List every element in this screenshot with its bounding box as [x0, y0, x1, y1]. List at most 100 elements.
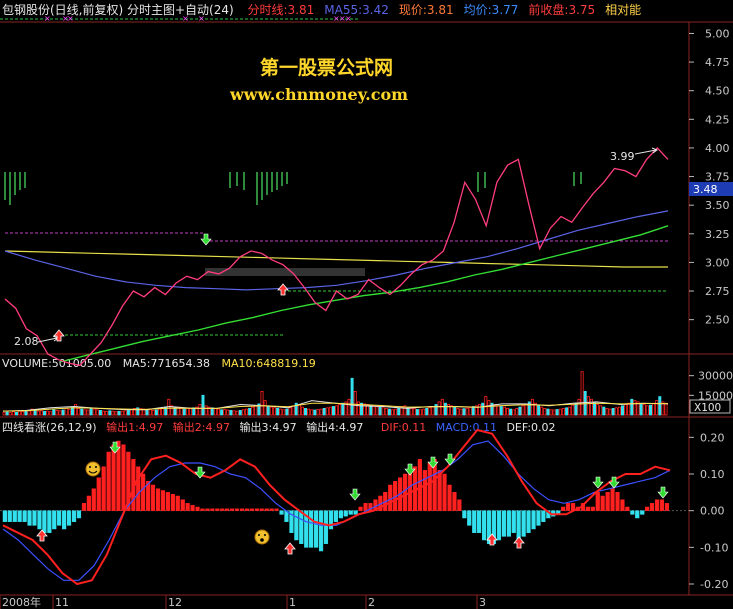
volume-bar — [369, 404, 373, 416]
macd-histogram-bar — [170, 493, 175, 511]
volume-bar — [649, 404, 653, 416]
volume-bar — [154, 409, 158, 416]
macd-histogram-bar — [116, 440, 121, 511]
macd-histogram-bar — [76, 510, 82, 519]
date-axis-label: 11 — [55, 596, 69, 609]
macd-histogram-bar — [57, 510, 62, 526]
macd-histogram-bar — [210, 508, 215, 511]
macd-histogram-bar — [190, 504, 195, 511]
volume-bar — [425, 407, 429, 416]
macd-histogram-bar — [590, 506, 595, 511]
volume-y-tick-label: 30000 — [698, 370, 733, 383]
volume-bar — [574, 402, 578, 416]
macd-histogram-bar — [71, 510, 77, 522]
macd-histogram-bar — [215, 508, 220, 511]
macd-histogram-bar — [664, 503, 670, 511]
volume-ma10: MA10:648819.19 — [221, 357, 315, 370]
macd-histogram-bar — [610, 488, 615, 511]
macd-histogram-bar — [467, 510, 472, 526]
date-axis-label: 3 — [479, 596, 486, 609]
macd-histogram-bar — [32, 510, 37, 526]
macd-title: 四线看涨(26,12,9) — [2, 420, 97, 434]
macd-y-tick-label: 0.00 — [700, 505, 725, 518]
volume-bar — [266, 405, 270, 416]
macd-histogram-bar — [111, 444, 116, 511]
macd-histogram-bar — [175, 495, 180, 511]
macd-histogram-bar — [180, 499, 185, 511]
macd-histogram-bar — [249, 508, 254, 511]
volume-bar — [481, 402, 485, 416]
macd-histogram-bar — [66, 510, 72, 526]
macd-histogram-bar — [7, 510, 12, 522]
volume-bar — [331, 406, 335, 416]
volume-bar — [303, 407, 307, 416]
macd-histogram-bar — [625, 506, 630, 511]
macd-histogram-bar — [160, 490, 166, 511]
price-y-tick-label: 5.00 — [705, 27, 730, 40]
watermark-line2: www.chnmoney.com — [229, 85, 408, 104]
volume-bar — [378, 406, 382, 416]
macd-y-tick-label: 0.10 — [700, 468, 725, 481]
macd-histogram-bar — [338, 510, 343, 519]
macd-histogram-bar — [239, 508, 245, 511]
macd-histogram-bar — [309, 510, 314, 548]
macd-histogram-bar — [585, 506, 590, 511]
header-item: 前收盘:3.75 — [528, 2, 595, 17]
volume-bar — [238, 409, 242, 416]
marker-x: × — [182, 14, 189, 23]
volume-bar — [658, 396, 662, 416]
marker-x: × — [345, 14, 352, 23]
volume-bar — [499, 406, 503, 416]
volume-header: VOLUME:501005.00 MA5:771654.38 MA10:6488… — [2, 357, 316, 370]
macd-histogram-bar — [234, 508, 240, 511]
macd-histogram-bar — [605, 492, 610, 511]
macd-histogram-bar — [595, 492, 600, 511]
macd-histogram-bar — [348, 510, 353, 515]
macd-histogram-bar — [452, 492, 457, 511]
volume-bar — [201, 394, 205, 416]
volume-bar — [406, 407, 410, 416]
low-price-annotation: 2.08 — [14, 335, 39, 348]
macd-histogram-bar — [531, 510, 536, 530]
macd-histogram-bar — [318, 510, 324, 552]
volume-bar — [518, 406, 522, 416]
macd-histogram-bar — [2, 510, 7, 522]
macd-histogram-bar — [353, 510, 358, 515]
volume-bar — [443, 402, 447, 416]
macd-histogram-bar — [654, 499, 660, 511]
volume-bar — [387, 408, 391, 416]
macd-histogram-bar — [422, 470, 427, 511]
macd-histogram-bar — [536, 510, 541, 526]
macd-histogram-bar — [645, 506, 650, 511]
macd-output3: 输出3:4.97 — [239, 420, 296, 434]
macd-y-tick-label: 0.20 — [700, 431, 725, 444]
worried-face-icon — [254, 529, 270, 545]
volume-bar — [471, 406, 475, 416]
macd-output2: 输出2:4.97 — [173, 420, 230, 434]
volume-bar — [593, 401, 597, 416]
volume-bar — [630, 398, 634, 416]
header-item: 相对能 — [605, 3, 641, 17]
macd-histogram-bar — [457, 499, 462, 511]
macd-histogram-bar — [230, 508, 235, 511]
macd-histogram-bar — [136, 466, 141, 511]
volume-bar — [546, 408, 550, 416]
macd-histogram-bar — [101, 466, 106, 511]
macd-histogram-bar — [244, 508, 250, 511]
volume-bar — [117, 410, 121, 416]
marker-x: × — [67, 14, 74, 23]
macd-histogram-bar — [200, 508, 205, 511]
macd-histogram-bar — [521, 510, 526, 537]
macd-histogram-bar — [541, 510, 546, 522]
volume-bar — [415, 409, 419, 416]
macd-histogram-bar — [150, 484, 156, 511]
macd-histogram-bar — [254, 508, 259, 511]
volume-bar — [462, 408, 466, 416]
volume-bar — [61, 409, 65, 416]
volume-bar — [350, 377, 354, 416]
macd-histogram-bar — [496, 510, 502, 541]
macd-y-tick-label: -0.20 — [700, 578, 728, 591]
volume-bar — [173, 407, 177, 416]
smiley-icon — [85, 461, 101, 477]
date-axis-label: 12 — [168, 596, 182, 609]
